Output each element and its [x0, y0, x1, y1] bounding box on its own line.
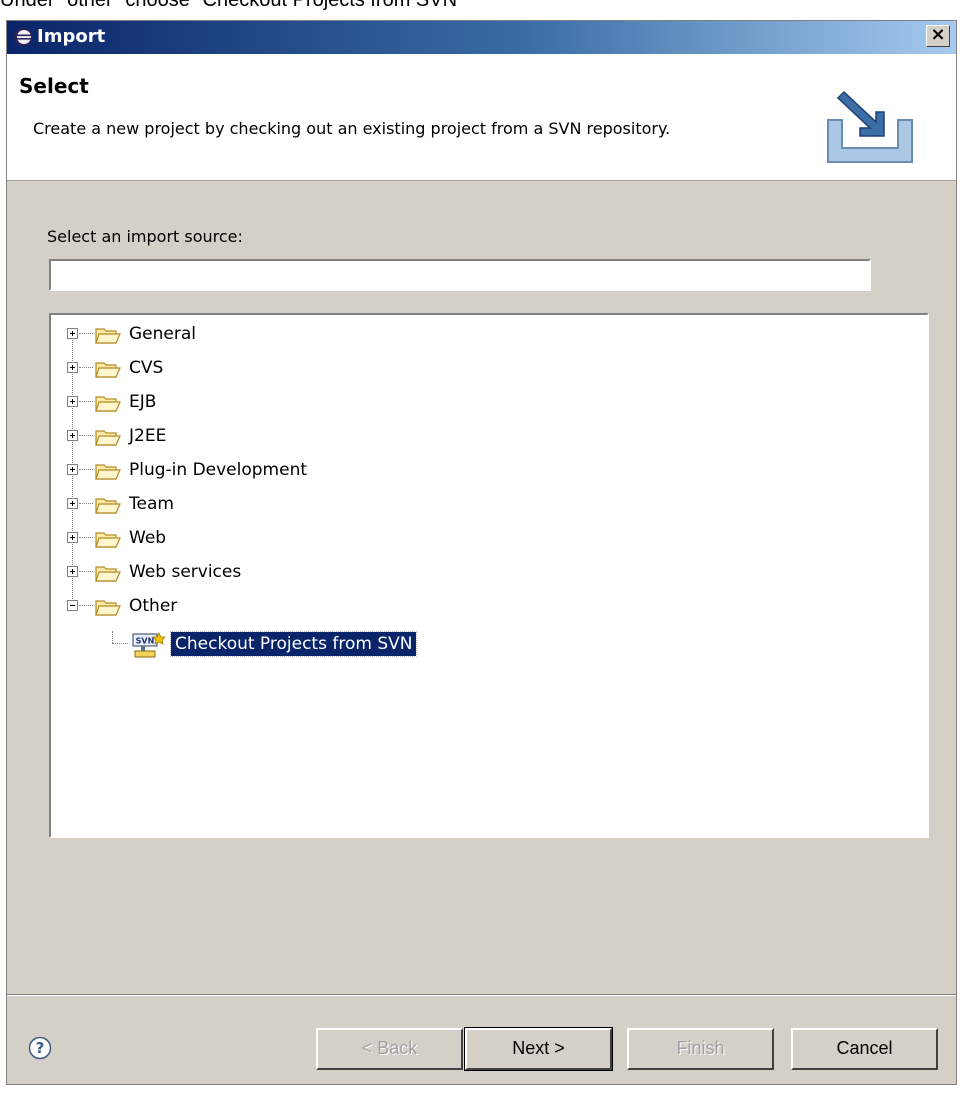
tree-item-other[interactable]: Other [51, 591, 927, 621]
help-icon[interactable]: ? [28, 1036, 52, 1060]
tree-item-plugin-development[interactable]: Plug-in Development [51, 455, 927, 485]
folder-icon [95, 362, 121, 378]
finish-button-label: Finish [676, 1038, 725, 1058]
folder-icon [95, 600, 121, 616]
back-button-label: < Back [361, 1038, 418, 1058]
expand-icon[interactable] [67, 532, 78, 543]
tree-item-label: Team [129, 494, 174, 514]
tree-item-label: J2EE [129, 426, 167, 446]
close-button[interactable]: × [926, 25, 950, 47]
next-button-label: Next > [512, 1038, 565, 1058]
button-bar-separator [7, 994, 956, 996]
expand-icon[interactable] [67, 498, 78, 509]
folder-icon [95, 498, 121, 514]
close-icon: × [930, 24, 946, 45]
expand-icon[interactable] [67, 464, 78, 475]
page-description: Create a new project by checking out an … [33, 119, 671, 138]
tree-item-web-services[interactable]: Web services [51, 557, 927, 587]
svg-text:SVN: SVN [136, 637, 155, 646]
tree-guide-line [112, 631, 113, 643]
back-button[interactable]: < Back [316, 1028, 463, 1070]
expand-icon[interactable] [67, 566, 78, 577]
import-source-tree[interactable]: General CVS EJB J2EE Plug-in Development… [49, 313, 929, 838]
wizard-header: Select Create a new project by checking … [7, 54, 956, 181]
folder-icon [95, 430, 121, 446]
dialog-title: Import [37, 26, 106, 47]
tree-item-label: CVS [129, 358, 164, 378]
folder-icon [95, 464, 121, 480]
import-source-label: Select an import source: [47, 227, 243, 246]
title-bar[interactable]: Import × [7, 21, 956, 54]
folder-icon [95, 566, 121, 582]
tree-item-j2ee[interactable]: J2EE [51, 421, 927, 451]
tree-item-label: Web [129, 528, 167, 548]
import-dialog: Import × Select Create a new project by … [6, 20, 957, 1085]
cancel-button[interactable]: Cancel [791, 1028, 938, 1070]
finish-button[interactable]: Finish [627, 1028, 774, 1070]
tree-item-team[interactable]: Team [51, 489, 927, 519]
tree-item-label: Web services [129, 562, 242, 582]
tree-item-general[interactable]: General [51, 319, 927, 349]
eclipse-icon [14, 28, 32, 46]
import-wizard-icon [813, 87, 923, 167]
collapse-icon[interactable] [67, 600, 78, 611]
caption-text: Under "other" choose "Checkout Projects … [0, 0, 465, 11]
page-title: Select [19, 74, 89, 98]
tree-item-label: Other [129, 596, 178, 616]
folder-icon [95, 396, 121, 412]
filter-input[interactable] [49, 259, 871, 291]
tree-item-checkout-svn[interactable]: Checkout Projects from SVN [169, 631, 418, 657]
tree-item-ejb[interactable]: EJB [51, 387, 927, 417]
cancel-button-label: Cancel [836, 1038, 893, 1058]
svn-icon: SVN [132, 632, 166, 658]
tree-item-label: General [129, 324, 196, 344]
tree-item-web[interactable]: Web [51, 523, 927, 553]
expand-icon[interactable] [67, 328, 78, 339]
next-button[interactable]: Next > [464, 1027, 613, 1071]
tree-guide-line [112, 643, 128, 644]
expand-icon[interactable] [67, 362, 78, 373]
expand-icon[interactable] [67, 396, 78, 407]
expand-icon[interactable] [67, 430, 78, 441]
tree-item-label: Plug-in Development [129, 460, 308, 480]
svg-text:?: ? [36, 1039, 45, 1057]
folder-icon [95, 328, 121, 344]
tree-item-label: EJB [129, 392, 157, 412]
tree-item-cvs[interactable]: CVS [51, 353, 927, 383]
folder-icon [95, 532, 121, 548]
